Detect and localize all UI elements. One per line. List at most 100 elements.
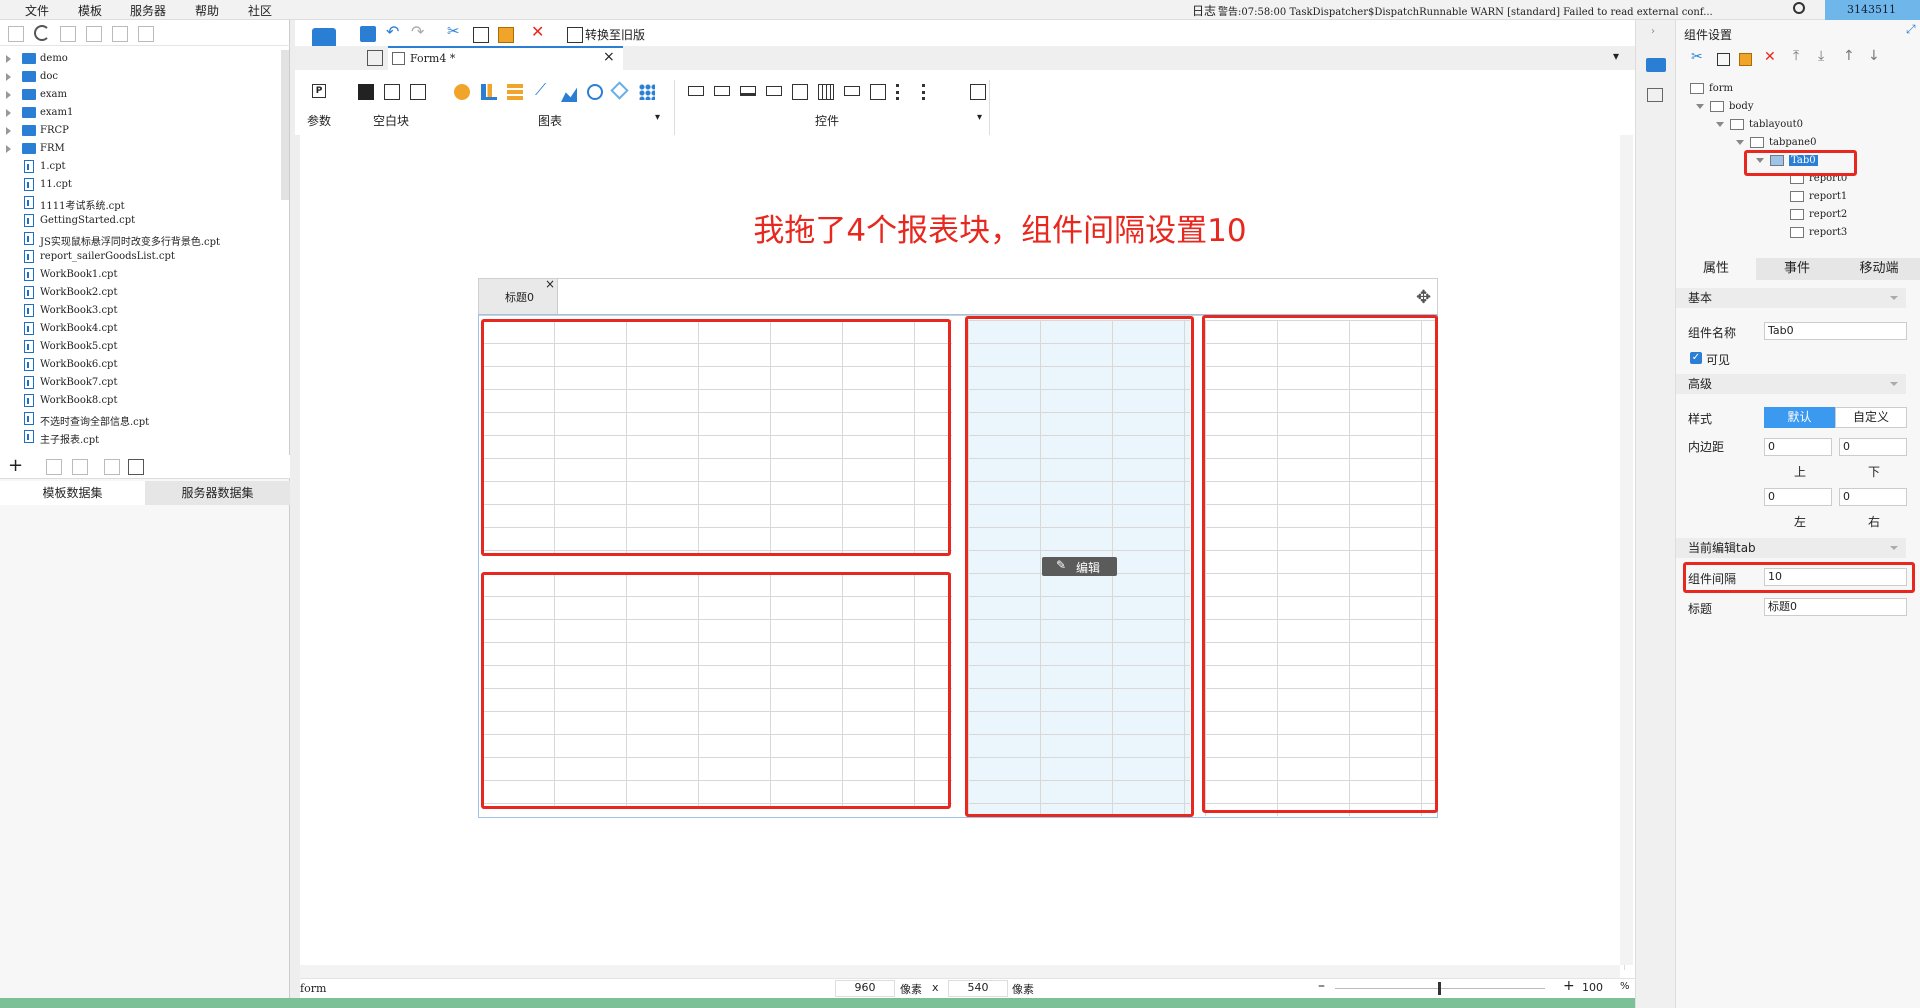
paste-icon[interactable] <box>1739 53 1752 66</box>
canvas-vscroll[interactable] <box>1620 135 1633 965</box>
number-widget-icon[interactable] <box>844 86 860 96</box>
tree-file[interactable]: WorkBook6.cpt <box>0 356 280 374</box>
collapse-right-icon[interactable]: › <box>1651 26 1655 37</box>
pie-chart-icon[interactable] <box>454 84 470 100</box>
padding-right-input[interactable]: 0 <box>1839 488 1907 506</box>
expand-arrow-icon[interactable] <box>6 127 11 135</box>
section-advanced[interactable]: 高级 <box>1676 374 1906 394</box>
menu-server[interactable]: 服务器 <box>130 2 166 19</box>
tree-file[interactable]: 主子报表.cpt <box>0 428 280 446</box>
collapse-arrow-icon[interactable] <box>1736 140 1744 145</box>
text-widget-icon[interactable] <box>714 86 730 96</box>
tree-file[interactable]: GettingStarted.cpt <box>0 212 280 230</box>
tree-file[interactable]: WorkBook5.cpt <box>0 338 280 356</box>
list-widget-icon[interactable] <box>792 84 808 100</box>
cut-icon[interactable]: ✂ <box>447 22 460 40</box>
redo-icon[interactable]: ↷ <box>411 22 424 41</box>
widget-settings-icon[interactable] <box>1646 58 1666 72</box>
padding-left-input[interactable]: 0 <box>1764 488 1832 506</box>
delete-dataset-icon[interactable] <box>72 459 88 475</box>
combo-widget-icon[interactable] <box>766 86 782 96</box>
absolute-layout-icon[interactable] <box>384 84 400 100</box>
name-input[interactable]: Tab0 <box>1764 322 1907 340</box>
undo-icon[interactable]: ↶ <box>386 22 399 41</box>
tree-file[interactable]: report_sailerGoodsList.cpt <box>0 248 280 266</box>
tree-file[interactable]: 不选时查询全部信息.cpt <box>0 410 280 428</box>
date-widget-icon[interactable] <box>818 84 834 100</box>
expand-icon[interactable]: ▾ <box>1613 49 1619 63</box>
tab-title0[interactable]: 标题0 × <box>479 277 558 315</box>
move-top-icon[interactable]: ⤒ <box>1793 48 1799 64</box>
component-node[interactable]: form <box>1676 80 1906 98</box>
title-input[interactable]: 标题0 <box>1764 598 1907 616</box>
tree-folder[interactable]: demo <box>0 50 280 68</box>
widget-more-icon[interactable]: ▾ <box>977 112 982 123</box>
style-custom-button[interactable]: 自定义 <box>1835 407 1907 428</box>
expand-arrow-icon[interactable] <box>6 91 11 99</box>
edit-button[interactable]: ✎ 编辑 <box>1042 557 1117 576</box>
component-node[interactable]: report1 <box>1676 188 1906 206</box>
padding-bottom-input[interactable]: 0 <box>1839 438 1907 456</box>
menu-file[interactable]: 文件 <box>25 2 49 19</box>
canvas-hscroll[interactable] <box>300 965 1620 978</box>
close-tab-icon[interactable]: × <box>603 49 615 65</box>
add-tab-icon[interactable]: ✥ <box>1416 287 1431 308</box>
zoom-out-icon[interactable]: – <box>1318 978 1325 994</box>
tab-form4[interactable]: Form4 * × <box>388 46 623 70</box>
convert-old-version-button[interactable]: 转换至旧版 <box>585 26 645 43</box>
expand-arrow-icon[interactable] <box>6 145 11 153</box>
radio-widget-icon[interactable] <box>922 84 938 100</box>
delete-icon[interactable] <box>112 26 128 42</box>
copy-icon[interactable] <box>1717 53 1730 66</box>
expand-arrow-icon[interactable] <box>6 73 11 81</box>
refresh-icon[interactable] <box>34 25 50 41</box>
tab-server-dataset[interactable]: 服务器数据集 <box>145 481 290 505</box>
rename-icon[interactable] <box>86 26 102 42</box>
collapse-arrow-icon[interactable] <box>1716 122 1724 127</box>
radar-chart-icon[interactable] <box>610 81 629 100</box>
menu-community[interactable]: 社区 <box>248 2 272 19</box>
tree-file[interactable]: WorkBook8.cpt <box>0 392 280 410</box>
collapse-arrow-icon[interactable] <box>1696 104 1704 109</box>
component-node[interactable]: body <box>1676 98 1906 116</box>
line-chart-icon[interactable]: ⟋ <box>535 80 546 100</box>
cut-icon[interactable]: ✂ <box>1691 49 1703 65</box>
save-icon[interactable] <box>360 26 376 42</box>
tree-folder[interactable]: exam1 <box>0 104 280 122</box>
checkbox-widget-icon[interactable] <box>896 84 912 100</box>
tree-file[interactable]: WorkBook2.cpt <box>0 284 280 302</box>
grid-icon[interactable] <box>367 50 383 66</box>
tree-file[interactable]: WorkBook4.cpt <box>0 320 280 338</box>
paste-icon[interactable] <box>498 27 514 43</box>
zoom-in-icon[interactable]: + <box>1563 978 1575 994</box>
user-badge[interactable]: 3143511 <box>1825 0 1920 20</box>
style-default-button[interactable]: 默认 <box>1764 407 1835 428</box>
padding-top-input[interactable]: 0 <box>1764 438 1832 456</box>
tree-folder[interactable]: FRCP <box>0 122 280 140</box>
canvas-height-input[interactable]: 540 <box>948 980 1008 997</box>
zoom-value[interactable]: 100 <box>1580 981 1605 994</box>
menu-help[interactable]: 帮助 <box>195 2 219 19</box>
tab-layout-icon[interactable] <box>410 84 426 100</box>
button-widget-icon[interactable] <box>740 86 756 96</box>
open-icon[interactable] <box>60 26 76 42</box>
copy-icon[interactable] <box>473 27 489 43</box>
tab-properties[interactable]: 属性 <box>1676 258 1756 280</box>
stacked-bar-icon[interactable] <box>507 84 523 100</box>
edit-dataset-icon[interactable] <box>46 459 62 475</box>
copy-icon[interactable] <box>138 26 154 42</box>
section-basic[interactable]: 基本 <box>1676 288 1906 308</box>
label-widget-icon[interactable] <box>688 86 704 96</box>
pin-icon[interactable]: ⤢ <box>1906 22 1916 37</box>
widget-library-icon[interactable] <box>1647 88 1663 102</box>
tree-folder[interactable]: exam <box>0 86 280 104</box>
zoom-slider-thumb[interactable] <box>1438 982 1441 995</box>
search-icon[interactable] <box>1793 2 1805 14</box>
blank-block-icon[interactable] <box>358 84 374 100</box>
tree-widget-icon[interactable] <box>870 84 886 100</box>
component-node[interactable]: tablayout0 <box>1676 116 1906 134</box>
param-icon[interactable]: P <box>312 84 326 98</box>
component-node[interactable]: report2 <box>1676 206 1906 224</box>
expand-arrow-icon[interactable] <box>6 55 11 63</box>
tab-mobile[interactable]: 移动端 <box>1838 258 1920 280</box>
